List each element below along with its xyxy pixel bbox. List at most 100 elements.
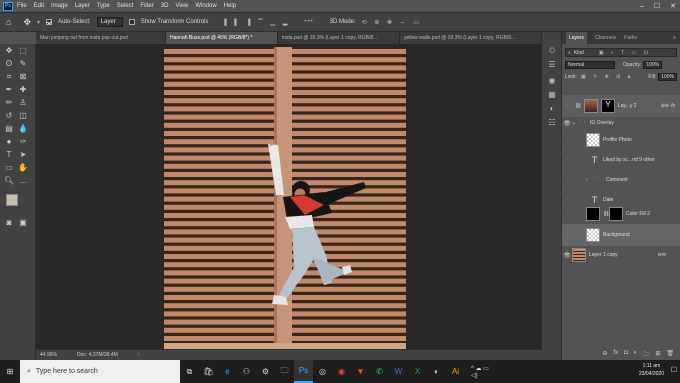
auto-select-checkbox[interactable] (46, 19, 52, 25)
align-icons[interactable]: ▐ ▌ ▐ ▔ ▁ ▂ (222, 19, 290, 26)
gradient-tool-icon[interactable]: ▤ (4, 124, 14, 134)
foreground-color-swatch[interactable] (6, 194, 18, 206)
menu-select[interactable]: Select (117, 3, 134, 9)
menu-help[interactable]: Help (224, 3, 236, 9)
menu-view[interactable]: View (175, 3, 188, 9)
tab-hannah-buss[interactable]: Hannah Buss.psd @ 45% (RGB/8*) * (166, 32, 278, 44)
menu-layer[interactable]: Layer (75, 3, 90, 9)
shape-tool-icon[interactable]: ▭ (4, 163, 14, 173)
healing-tool-icon[interactable]: ✚ (18, 85, 28, 95)
adjustments-panel-icon[interactable]: ◐ (547, 104, 557, 114)
edge-icon[interactable]: e (218, 360, 237, 383)
layer-row-layer1-copy[interactable]: 👁︎ Layer 1 copy ⊖⊖ (562, 246, 680, 264)
layer-group-ig-overlay[interactable]: 👁︎ ⌄ 🗀 IG Overlay (562, 117, 680, 129)
settings-icon[interactable]: ⚙ (256, 360, 275, 383)
lasso-tool-icon[interactable]: ʘ (4, 59, 14, 69)
tab-layers[interactable]: Layers (566, 32, 588, 44)
transform-controls-checkbox[interactable] (128, 19, 135, 25)
visibility-toggle[interactable]: ▫ (562, 211, 572, 217)
menu-type[interactable]: Type (97, 3, 110, 9)
add-style-icon[interactable]: fx (613, 350, 618, 360)
tab-insta[interactable]: insta.psd @ 33.3% (Layer 1 copy, RGB/8..… (278, 32, 400, 44)
swatches-panel-icon[interactable]: ▦ (547, 90, 557, 100)
layer-filter[interactable]: ⌕ Kind ▣ ◐ T ▭ ⊡ (565, 48, 677, 57)
type-tool-icon[interactable]: T (4, 150, 14, 160)
layer-name[interactable]: Layer 1 copy (589, 252, 618, 258)
brush-tool-icon[interactable]: ✏ (4, 98, 14, 108)
eye-icon[interactable]: 👁︎ (562, 120, 572, 127)
properties-panel-icon[interactable]: ☰ (547, 60, 557, 70)
layer-name[interactable]: Comment (606, 177, 628, 183)
pen-tool-icon[interactable]: ✑ (18, 137, 28, 147)
visibility-toggle[interactable]: ▫ (562, 137, 572, 143)
3d-icons[interactable]: ⟲ ⊕ ✥ ⇔ ▭ (362, 19, 422, 26)
windows-start-icon[interactable]: ⊞ (0, 360, 20, 383)
menu-3d[interactable]: 3D (161, 3, 169, 9)
link-layers-icon[interactable]: ⊖ (602, 350, 607, 360)
fx-badge[interactable]: fx (671, 103, 675, 109)
minimize-button[interactable]: – (640, 3, 644, 10)
opacity-input[interactable]: 100% (643, 60, 663, 69)
action-center-icon[interactable]: ☐ (671, 366, 677, 374)
eraser-tool-icon[interactable]: ◫ (18, 111, 28, 121)
move-tool-icon[interactable]: ✥ (23, 17, 31, 28)
menu-window[interactable]: Window (195, 3, 216, 9)
tab-man-jumping[interactable]: Man jumping out from insta pop out.psd (36, 32, 166, 44)
tab-yellow-walls[interactable]: yellow walls.psd @ 33.3% (Layer 1 copy, … (400, 32, 542, 44)
layer-row-lay-y2[interactable]: ▫ ⛓ Y Lay...y 2 ⊖⊖ fx (562, 95, 680, 117)
auto-select-dropdown[interactable]: Layer (96, 17, 123, 27)
layer-name[interactable]: IG Overlay (590, 120, 614, 126)
store-icon[interactable]: 🛍︎ (199, 360, 218, 383)
visibility-toggle[interactable]: ▫ (562, 177, 572, 183)
menu-edit[interactable]: Edit (34, 3, 44, 9)
expand-arrow-icon[interactable]: ⌄ (572, 120, 580, 126)
path-select-tool-icon[interactable]: ➤ (18, 150, 28, 160)
layer-name[interactable]: Profile Photo (603, 137, 632, 143)
panel-menu-icon[interactable]: ≡ (673, 35, 676, 41)
layer-row-profile-photo[interactable]: ▫ Profile Photo (562, 130, 680, 150)
task-view-icon[interactable]: ⧉ (180, 360, 199, 383)
layer-name[interactable]: Background (603, 232, 630, 238)
dodge-tool-icon[interactable]: ● (4, 137, 14, 147)
blend-mode-dropdown[interactable]: Normal (565, 60, 615, 69)
kind-filter[interactable]: Kind (574, 50, 584, 56)
layer-group-comment[interactable]: ▫ › 🗀 Comment (562, 170, 680, 190)
visibility-toggle[interactable]: ▫ (562, 232, 572, 238)
collapse-arrow-icon[interactable]: › (586, 177, 594, 183)
quick-mask-icon[interactable]: ◙ (4, 218, 14, 228)
crop-tool-icon[interactable]: ⌗ (4, 72, 14, 82)
people-icon[interactable]: ⚇ (237, 360, 256, 383)
status-arrow-icon[interactable]: › (138, 352, 140, 358)
visibility-toggle[interactable]: ▫ (562, 103, 572, 109)
layer-name[interactable]: Lay...y 2 (618, 103, 637, 109)
menu-image[interactable]: Image (51, 3, 68, 9)
excel-icon[interactable]: X (408, 360, 427, 383)
taskbar-search[interactable]: ⌕ Type here to search (20, 360, 180, 383)
lock-icons[interactable]: ▦ ✎ ✥ ⊞ 🔒︎ (581, 74, 634, 80)
frame-tool-icon[interactable]: ⊠ (18, 72, 28, 82)
home-icon[interactable]: ⌂ (6, 17, 11, 27)
illustrator-icon[interactable]: Ai (446, 360, 465, 383)
stamp-tool-icon[interactable]: ♙ (18, 98, 28, 108)
document-canvas[interactable] (164, 47, 406, 349)
tab-paths[interactable]: Paths (624, 35, 637, 41)
browser-icon[interactable]: ◎ (313, 360, 332, 383)
fill-input[interactable]: 100% (658, 72, 677, 81)
new-layer-icon[interactable]: ⊞ (655, 350, 660, 360)
screen-mode-icon[interactable]: ▣ (18, 218, 28, 228)
word-icon[interactable]: W (389, 360, 408, 383)
canvas-area[interactable] (36, 44, 542, 349)
eyedropper-tool-icon[interactable]: ✒ (4, 85, 14, 95)
libraries-panel-icon[interactable]: ☷ (547, 118, 557, 128)
quick-select-tool-icon[interactable]: ✎ (18, 59, 28, 69)
taskbar-clock[interactable]: 1:11 am 23/04/2020 (639, 362, 664, 378)
explorer-icon[interactable]: 🗀 (275, 360, 294, 383)
color-panel-icon[interactable]: ◉ (547, 76, 557, 86)
app-icon[interactable]: ◐ (427, 360, 446, 383)
photoshop-taskbar-icon[interactable]: Ps (294, 360, 313, 383)
tab-channels[interactable]: Channels (595, 35, 616, 41)
chrome-icon[interactable]: ◉ (332, 360, 351, 383)
move-tool-icon[interactable]: ✥ (4, 46, 14, 56)
visibility-toggle[interactable]: ▫ (562, 157, 572, 163)
notifications-tray-icon[interactable]: ^ ☁ ▭ ◁) (471, 360, 490, 383)
